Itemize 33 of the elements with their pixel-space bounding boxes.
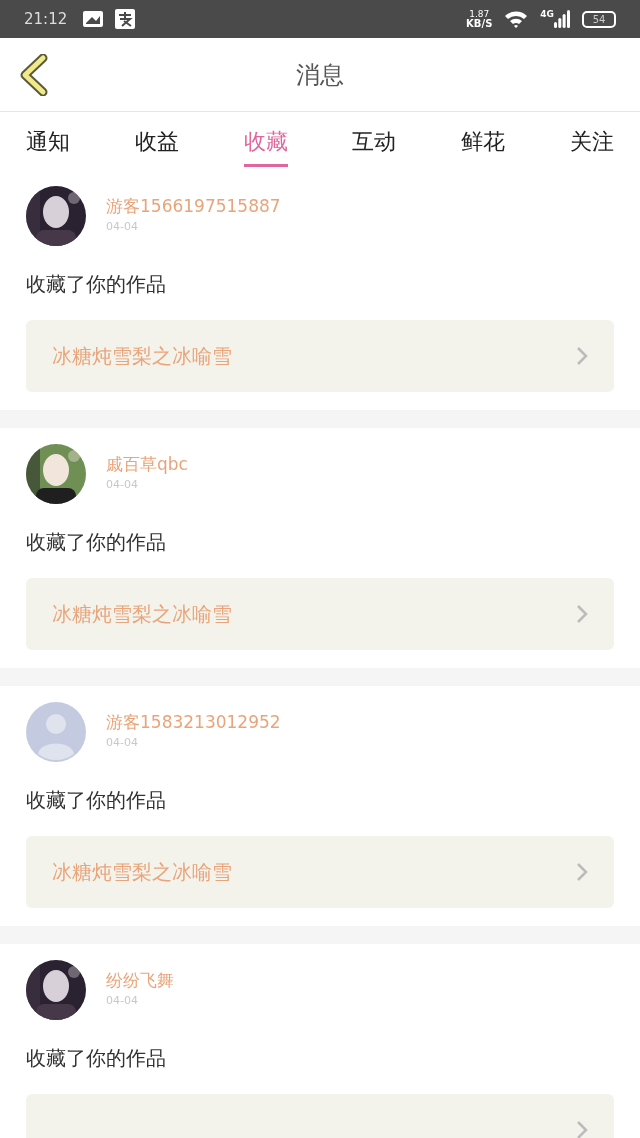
work-link[interactable]: 冰糖炖雪梨之冰喻雪 bbox=[26, 578, 614, 650]
chevron-right-icon bbox=[576, 1120, 588, 1138]
network-speed: 1.87 bbox=[469, 9, 490, 19]
payment-app-icon bbox=[115, 9, 136, 29]
message-text: 收藏了你的作品 bbox=[26, 271, 167, 298]
tab[interactable]: 通知 bbox=[26, 115, 70, 167]
page-title: 消息 bbox=[296, 59, 344, 91]
tab[interactable]: 鲜花 bbox=[461, 115, 506, 167]
wifi-icon bbox=[504, 10, 529, 28]
chevron-right-icon bbox=[576, 346, 588, 366]
signal-icon bbox=[554, 10, 570, 28]
network-type: 4G bbox=[540, 8, 554, 21]
work-link[interactable]: 冰糖炖雪梨之冰喻雪 bbox=[26, 836, 614, 908]
tab[interactable]: 收益 bbox=[134, 115, 179, 167]
user-name[interactable]: 戚百草qbc bbox=[106, 452, 188, 476]
default-avatar-icon bbox=[26, 702, 86, 762]
user-name[interactable]: 游客1583213012952 bbox=[106, 710, 281, 734]
tab[interactable]: 收藏 bbox=[243, 115, 288, 167]
clock: 21:12 bbox=[24, 8, 68, 30]
user-name[interactable]: 游客1566197515887 bbox=[106, 194, 281, 218]
message-text: 收藏了你的作品 bbox=[26, 1045, 167, 1072]
message-text: 收藏了你的作品 bbox=[26, 529, 167, 556]
tab[interactable]: 关注 bbox=[570, 115, 614, 167]
tab[interactable]: 互动 bbox=[352, 115, 397, 167]
chevron-right-icon bbox=[576, 604, 588, 624]
back-icon bbox=[19, 54, 49, 96]
message-text: 收藏了你的作品 bbox=[26, 787, 167, 814]
gallery-icon bbox=[83, 11, 104, 27]
chevron-right-icon bbox=[576, 862, 588, 882]
speed-unit: KB/S bbox=[466, 18, 493, 29]
battery: 54 bbox=[582, 10, 616, 28]
work-link[interactable]: 冰糖炖雪梨之冰喻雪 bbox=[26, 320, 614, 392]
user-name[interactable]: 纷纷飞舞 bbox=[106, 968, 174, 992]
